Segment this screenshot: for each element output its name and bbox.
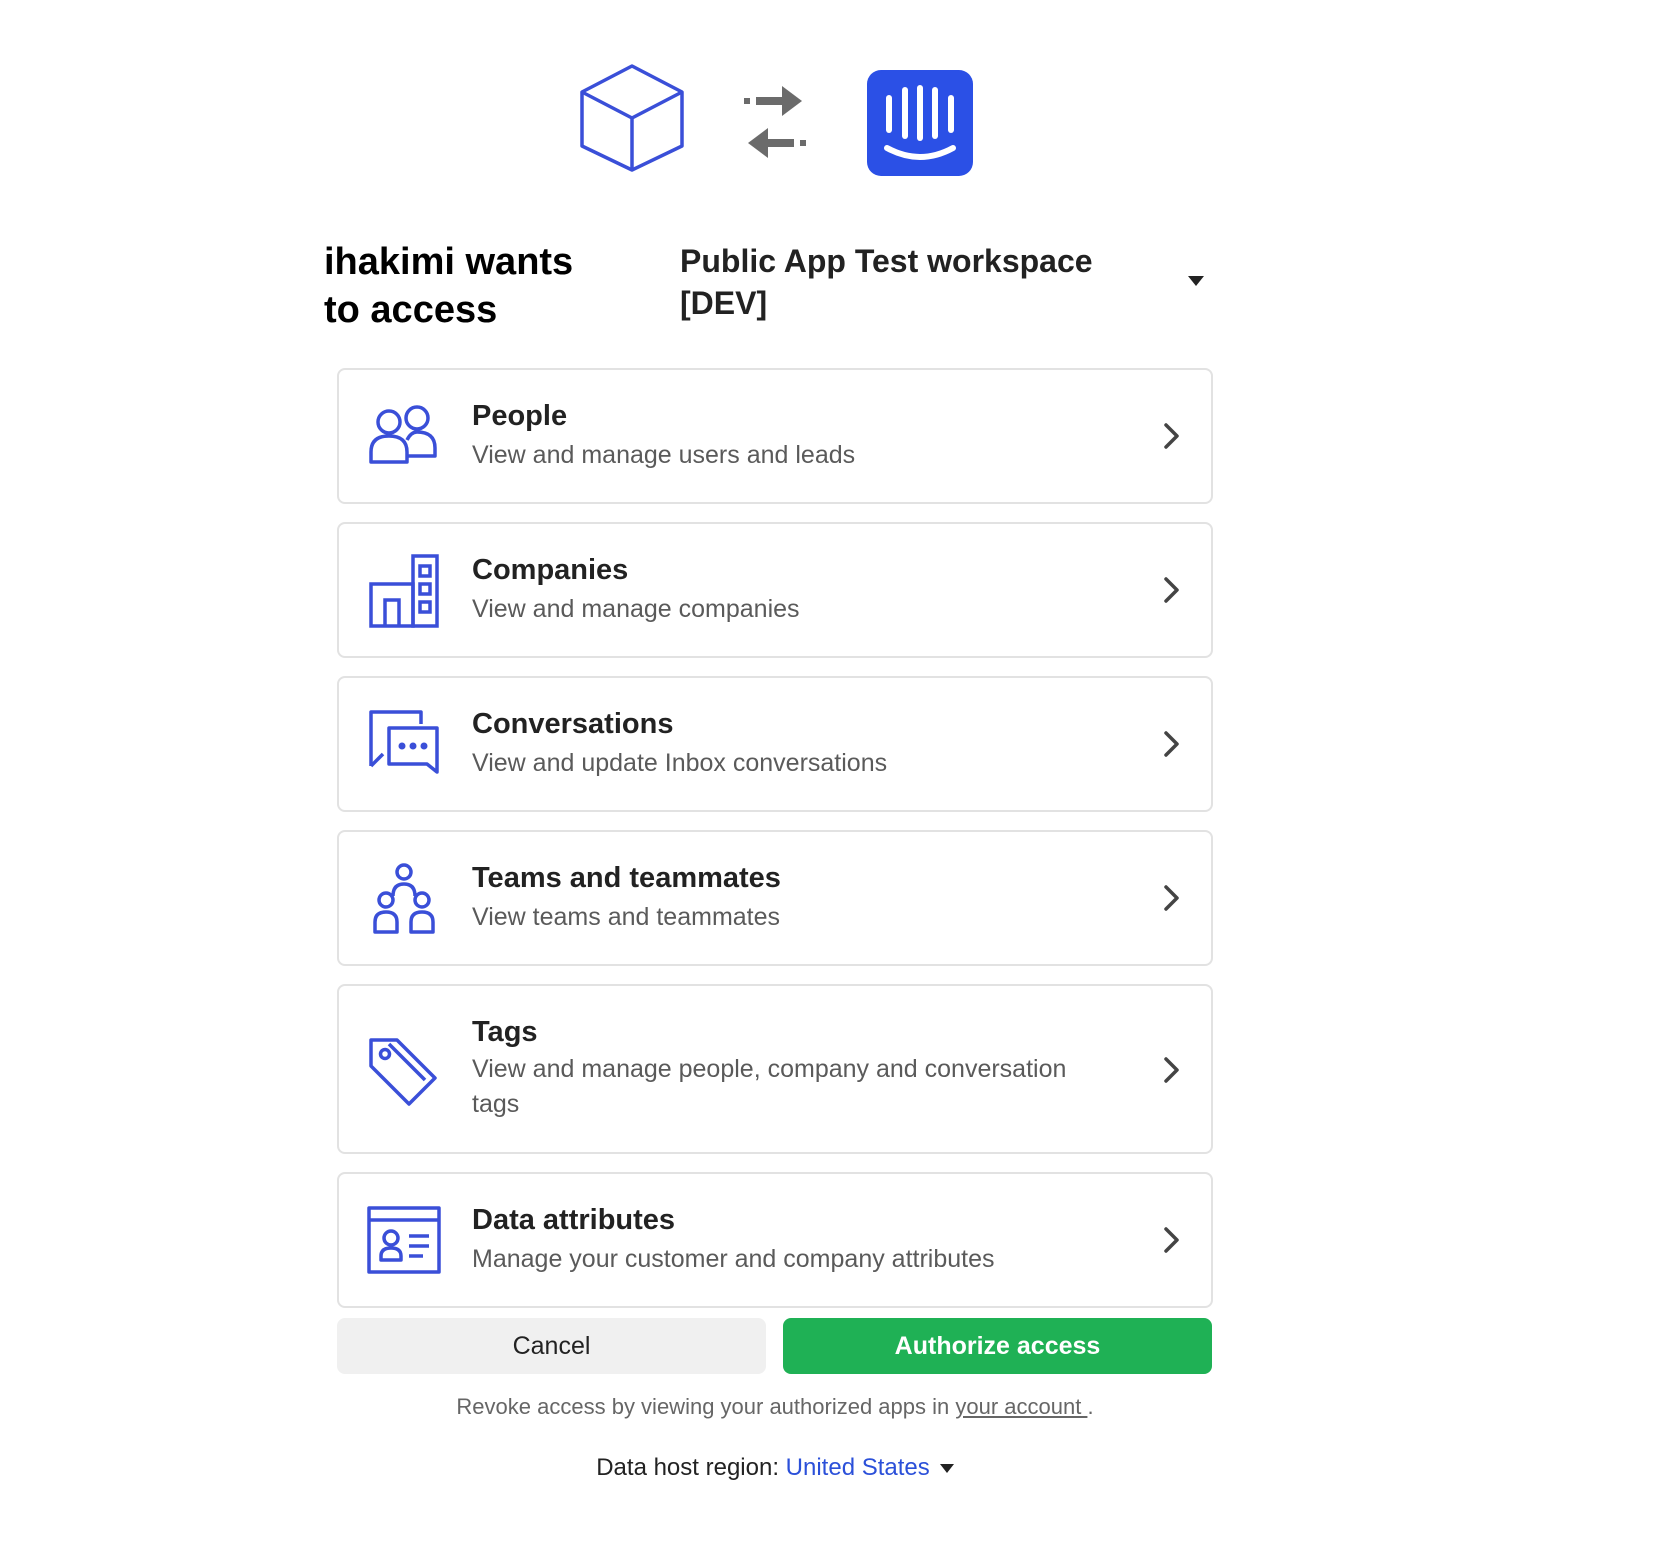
scope-title: Tags [472, 1016, 538, 1048]
chevron-right-icon [1164, 885, 1179, 911]
intercom-logo-icon [867, 70, 973, 176]
scope-title: Data attributes [472, 1204, 676, 1236]
chevron-right-icon [1164, 577, 1179, 603]
scope-description: Manage your customer and company attribu… [472, 1245, 995, 1273]
scope-description: View and manage users and leads [472, 441, 856, 469]
workspace-name: Public App Test workspace [DEV] [680, 243, 1093, 321]
scope-item-companies[interactable]: Companies View and manage companies [337, 522, 1213, 658]
scope-description: View and manage companies [472, 595, 800, 623]
cube-app-icon [580, 64, 684, 172]
permission-scope-list: People View and manage users and leads C… [337, 368, 1213, 1326]
chevron-right-icon [1164, 1057, 1179, 1083]
data-attributes-icon [367, 1206, 441, 1274]
swap-arrows-icon [744, 86, 806, 158]
caret-down-icon [939, 1464, 954, 1474]
chevron-right-icon [1164, 423, 1179, 449]
scope-description: View teams and teammates [472, 903, 781, 931]
scope-title: Companies [472, 554, 629, 586]
cancel-button[interactable]: Cancel [337, 1318, 766, 1374]
companies-icon [369, 554, 439, 628]
conversations-icon [369, 710, 439, 774]
scope-description: View and update Inbox conversations [472, 749, 888, 777]
teams-icon [373, 863, 435, 934]
revoke-note: Revoke access by viewing your authorized… [337, 1392, 1213, 1422]
scope-description: View and manage people, company and conv… [472, 1055, 1067, 1118]
authorize-access-button[interactable]: Authorize access [783, 1318, 1212, 1374]
workspace-selector[interactable]: Public App Test workspace [DEV] [680, 240, 1220, 330]
revoke-prefix: Revoke access by viewing your authorized… [456, 1394, 956, 1419]
your-account-link[interactable]: your account [955, 1394, 1087, 1419]
tag-icon [369, 1038, 437, 1106]
region-label: Data host region: [596, 1454, 779, 1481]
people-icon [369, 405, 437, 464]
scope-title: Conversations [472, 708, 674, 740]
data-host-region: Data host region: United States [337, 1452, 1213, 1484]
revoke-suffix: . [1087, 1394, 1094, 1419]
region-selector[interactable]: United States [786, 1454, 930, 1481]
page-title: ihakimi wants to access [324, 241, 574, 331]
chevron-right-icon [1164, 731, 1179, 757]
logo-row [0, 0, 1656, 200]
scope-item-conversations[interactable]: Conversations View and update Inbox conv… [337, 676, 1213, 812]
scope-title: People [472, 400, 568, 432]
scope-item-data-attributes[interactable]: Data attributes Manage your customer and… [337, 1172, 1213, 1308]
caret-down-icon [1188, 276, 1204, 286]
scope-title: Teams and teammates [472, 862, 781, 894]
chevron-right-icon [1164, 1227, 1179, 1253]
scope-item-teams[interactable]: Teams and teammates View teams and teamm… [337, 830, 1213, 966]
scope-item-people[interactable]: People View and manage users and leads [337, 368, 1213, 504]
scope-item-tags[interactable]: Tags View and manage people, company and… [337, 984, 1213, 1154]
